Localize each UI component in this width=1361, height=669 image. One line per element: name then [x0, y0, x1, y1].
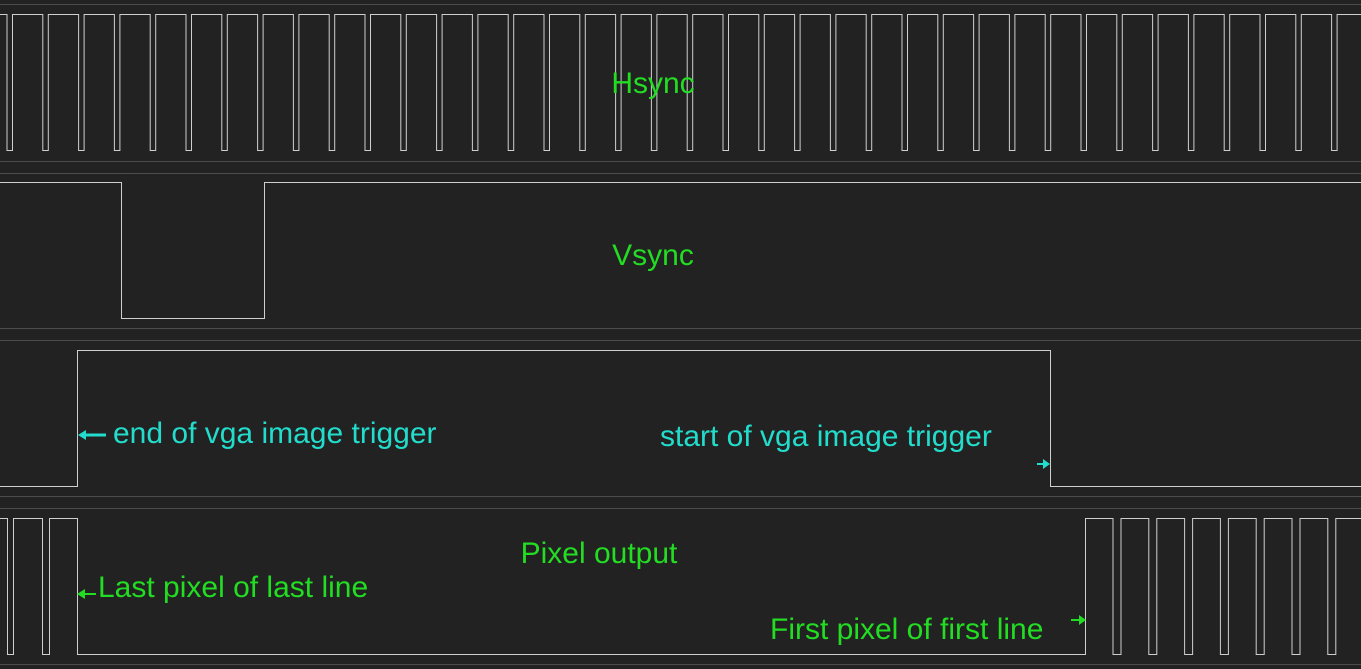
start-trigger-label: start of vga image trigger	[660, 420, 992, 453]
vsync-lane: Vsync	[0, 182, 1361, 319]
pixel-label: Pixel output	[521, 537, 678, 570]
left-arrow-icon	[78, 430, 106, 440]
pixel-lane: Pixel output Last pixel of last line Fir…	[0, 518, 1361, 655]
hsync-lane: Hsync	[0, 14, 1361, 151]
vsync-label: Vsync	[612, 239, 694, 272]
trigger-lane: end of vga image trigger start of vga im…	[0, 350, 1361, 487]
first-pixel-label: First pixel of first line	[770, 613, 1043, 646]
right-arrow-icon	[1071, 615, 1086, 625]
last-pixel-label: Last pixel of last line	[98, 571, 368, 604]
end-trigger-label: end of vga image trigger	[113, 417, 437, 450]
hsync-label: Hsync	[611, 67, 694, 100]
timing-diagram: Hsync Vsync end of vga image trigger sta…	[0, 4, 1361, 665]
left-arrow-icon	[77, 589, 96, 599]
right-arrow-icon	[1037, 459, 1050, 469]
